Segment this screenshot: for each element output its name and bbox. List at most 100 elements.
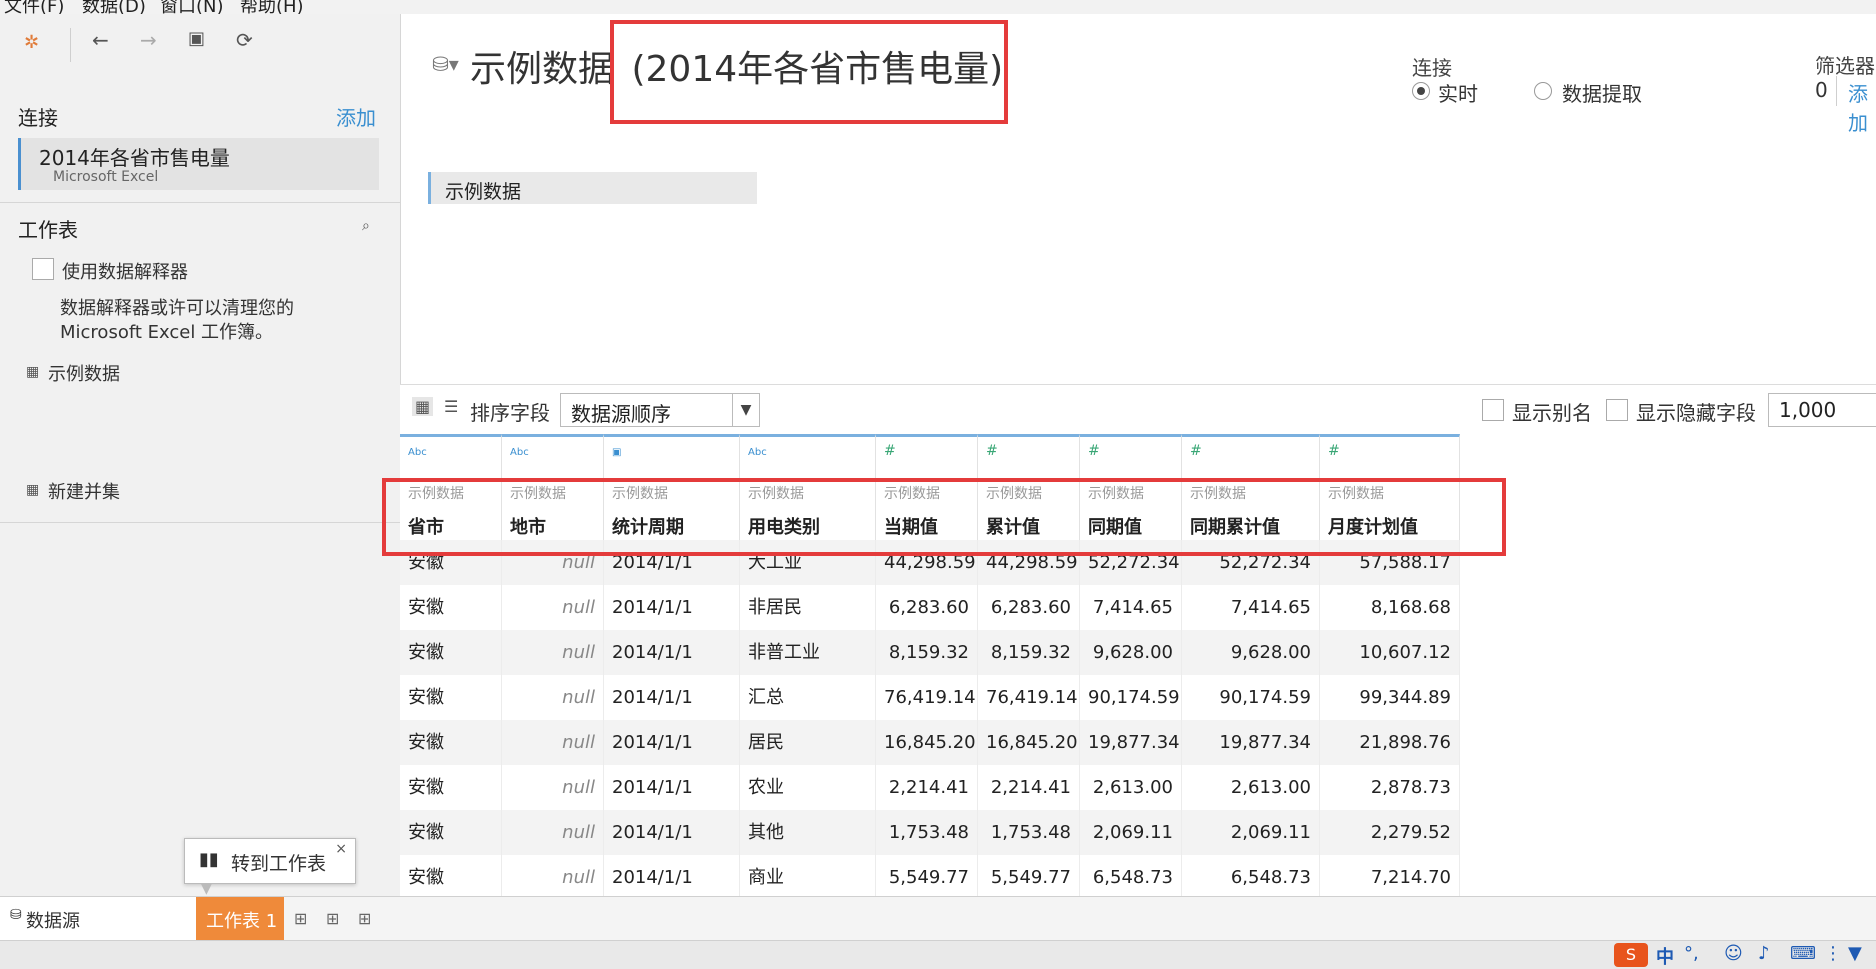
table-cell[interactable]: null xyxy=(502,630,604,675)
refresh-icon[interactable]: ⟳ xyxy=(236,28,253,52)
table-cell[interactable]: 5,549.77 xyxy=(978,855,1080,896)
table-cell[interactable]: 安徽 xyxy=(400,720,502,765)
table-cell[interactable]: null xyxy=(502,855,604,896)
string-type-icon[interactable]: Abc xyxy=(408,447,427,458)
use-interpreter-checkbox[interactable] xyxy=(32,258,54,280)
new-dashboard-icon[interactable]: ⊞ xyxy=(326,909,339,928)
number-type-icon[interactable]: # xyxy=(884,443,896,459)
ime-toolbar[interactable]: S 中 °, ☺ ♪ ⌨ ⋮ ▼ xyxy=(1610,941,1876,969)
list-view-icon[interactable]: ☰ xyxy=(444,397,458,416)
show-hidden-checkbox[interactable] xyxy=(1606,399,1628,421)
table-cell[interactable]: 76,419.14 xyxy=(978,675,1080,720)
menu-help[interactable]: 帮助(H) xyxy=(240,0,304,14)
table-cell[interactable]: 1,753.48 xyxy=(978,810,1080,855)
ime-logo-icon[interactable]: S xyxy=(1614,943,1648,967)
table-cell[interactable]: 10,607.12 xyxy=(1320,630,1460,675)
tableau-logo-icon[interactable]: ✲ xyxy=(24,32,39,53)
table-cell[interactable]: 农业 xyxy=(740,765,876,810)
table-cell[interactable]: 2,069.11 xyxy=(1182,810,1320,855)
table-cell[interactable]: null xyxy=(502,675,604,720)
canvas-table-sample-data[interactable]: 示例数据 xyxy=(428,172,757,204)
back-arrow-icon[interactable]: ← xyxy=(92,28,109,52)
table-cell[interactable]: 90,174.59 xyxy=(1182,675,1320,720)
table-cell[interactable]: 汇总 xyxy=(740,675,876,720)
table-cell[interactable]: 其他 xyxy=(740,810,876,855)
table-cell[interactable]: 2,613.00 xyxy=(1182,765,1320,810)
table-cell[interactable]: 5,549.77 xyxy=(876,855,978,896)
number-type-icon[interactable]: # xyxy=(1088,443,1100,459)
emoji-icon[interactable]: ☺ xyxy=(1724,943,1743,964)
date-type-icon[interactable]: ▣ xyxy=(612,447,621,458)
menu-data[interactable]: 数据(D) xyxy=(82,0,146,14)
ime-menu-icon[interactable]: ⋮ xyxy=(1824,943,1842,964)
table-cell[interactable]: 2,279.52 xyxy=(1320,810,1460,855)
forward-arrow-icon[interactable]: → xyxy=(140,28,157,52)
table-cell[interactable]: 2014/1/1 xyxy=(604,585,740,630)
table-cell[interactable]: null xyxy=(502,585,604,630)
keyboard-icon[interactable]: ⌨ xyxy=(1790,943,1816,964)
number-type-icon[interactable]: # xyxy=(1190,443,1202,459)
string-type-icon[interactable]: Abc xyxy=(510,447,529,458)
live-radio[interactable] xyxy=(1412,82,1430,100)
table-cell[interactable]: 7,414.65 xyxy=(1182,585,1320,630)
table-cell[interactable]: null xyxy=(502,765,604,810)
table-cell[interactable]: 16,845.20 xyxy=(876,720,978,765)
table-cell[interactable]: 2014/1/1 xyxy=(604,810,740,855)
table-cell[interactable]: 2,613.00 xyxy=(1080,765,1182,810)
table-cell[interactable]: 安徽 xyxy=(400,585,502,630)
extract-radio[interactable] xyxy=(1534,82,1552,100)
new-sheet-icon[interactable]: ⊞ xyxy=(294,909,307,928)
table-cell[interactable]: 6,548.73 xyxy=(1182,855,1320,896)
table-cell[interactable]: 2,878.73 xyxy=(1320,765,1460,810)
table-cell[interactable]: 安徽 xyxy=(400,630,502,675)
connection-item[interactable]: 2014年各省市售电量 Microsoft Excel xyxy=(18,138,379,190)
close-icon[interactable]: × xyxy=(335,841,347,857)
add-filter-link[interactable]: 添加 xyxy=(1848,78,1876,136)
table-cell[interactable]: 1,753.48 xyxy=(876,810,978,855)
table-cell[interactable]: 19,877.34 xyxy=(1182,720,1320,765)
table-cell[interactable]: 2,069.11 xyxy=(1080,810,1182,855)
table-cell[interactable]: 9,628.00 xyxy=(1182,630,1320,675)
show-alias-checkbox[interactable] xyxy=(1482,399,1504,421)
menu-file[interactable]: 文件(F) xyxy=(4,0,64,14)
table-cell[interactable]: 9,628.00 xyxy=(1080,630,1182,675)
table-cell[interactable]: 安徽 xyxy=(400,765,502,810)
add-connection-link[interactable]: 添加 xyxy=(336,102,376,131)
table-cell[interactable]: 安徽 xyxy=(400,810,502,855)
ime-shirt-icon[interactable]: ▼ xyxy=(1848,943,1862,964)
new-union-item[interactable]: 新建并集 xyxy=(48,478,120,504)
table-cell[interactable]: 居民 xyxy=(740,720,876,765)
table-cell[interactable]: 90,174.59 xyxy=(1080,675,1182,720)
string-type-icon[interactable]: Abc xyxy=(748,447,767,458)
table-cell[interactable]: 7,214.70 xyxy=(1320,855,1460,896)
table-cell[interactable]: 16,845.20 xyxy=(978,720,1080,765)
table-cell[interactable]: 99,344.89 xyxy=(1320,675,1460,720)
table-cell[interactable]: 6,283.60 xyxy=(978,585,1080,630)
table-cell[interactable]: 商业 xyxy=(740,855,876,896)
search-icon[interactable]: ⌕ xyxy=(362,218,370,234)
rows-count-input[interactable]: 1,000 xyxy=(1768,393,1876,427)
table-cell[interactable]: 安徽 xyxy=(400,675,502,720)
table-cell[interactable]: null xyxy=(502,810,604,855)
ime-mode-icon[interactable]: 中 xyxy=(1656,943,1674,969)
menu-window[interactable]: 窗口(N) xyxy=(160,0,224,14)
table-cell[interactable]: 6,548.73 xyxy=(1080,855,1182,896)
table-cell[interactable]: 2,214.41 xyxy=(978,765,1080,810)
microphone-icon[interactable]: ♪ xyxy=(1758,943,1770,964)
table-cell[interactable]: 8,159.32 xyxy=(876,630,978,675)
table-cell[interactable]: 2,214.41 xyxy=(876,765,978,810)
table-cell[interactable]: 2014/1/1 xyxy=(604,720,740,765)
table-cell[interactable]: null xyxy=(502,720,604,765)
number-type-icon[interactable]: # xyxy=(1328,443,1340,459)
table-cell[interactable]: 2014/1/1 xyxy=(604,855,740,896)
table-cell[interactable]: 8,168.68 xyxy=(1320,585,1460,630)
tab-sheet-1[interactable]: 工作表 1 xyxy=(196,897,284,941)
save-icon[interactable]: ▣ xyxy=(188,28,205,49)
sort-field-select[interactable]: 数据源顺序 ▼ xyxy=(560,393,760,427)
tab-datasource[interactable]: ⛁ 数据源 xyxy=(0,897,196,941)
table-cell[interactable]: 6,283.60 xyxy=(876,585,978,630)
sheet-item-sample-data[interactable]: 示例数据 xyxy=(48,360,120,386)
number-type-icon[interactable]: # xyxy=(986,443,998,459)
table-cell[interactable]: 非居民 xyxy=(740,585,876,630)
datasource-icon[interactable]: ⛁▾ xyxy=(432,52,459,76)
